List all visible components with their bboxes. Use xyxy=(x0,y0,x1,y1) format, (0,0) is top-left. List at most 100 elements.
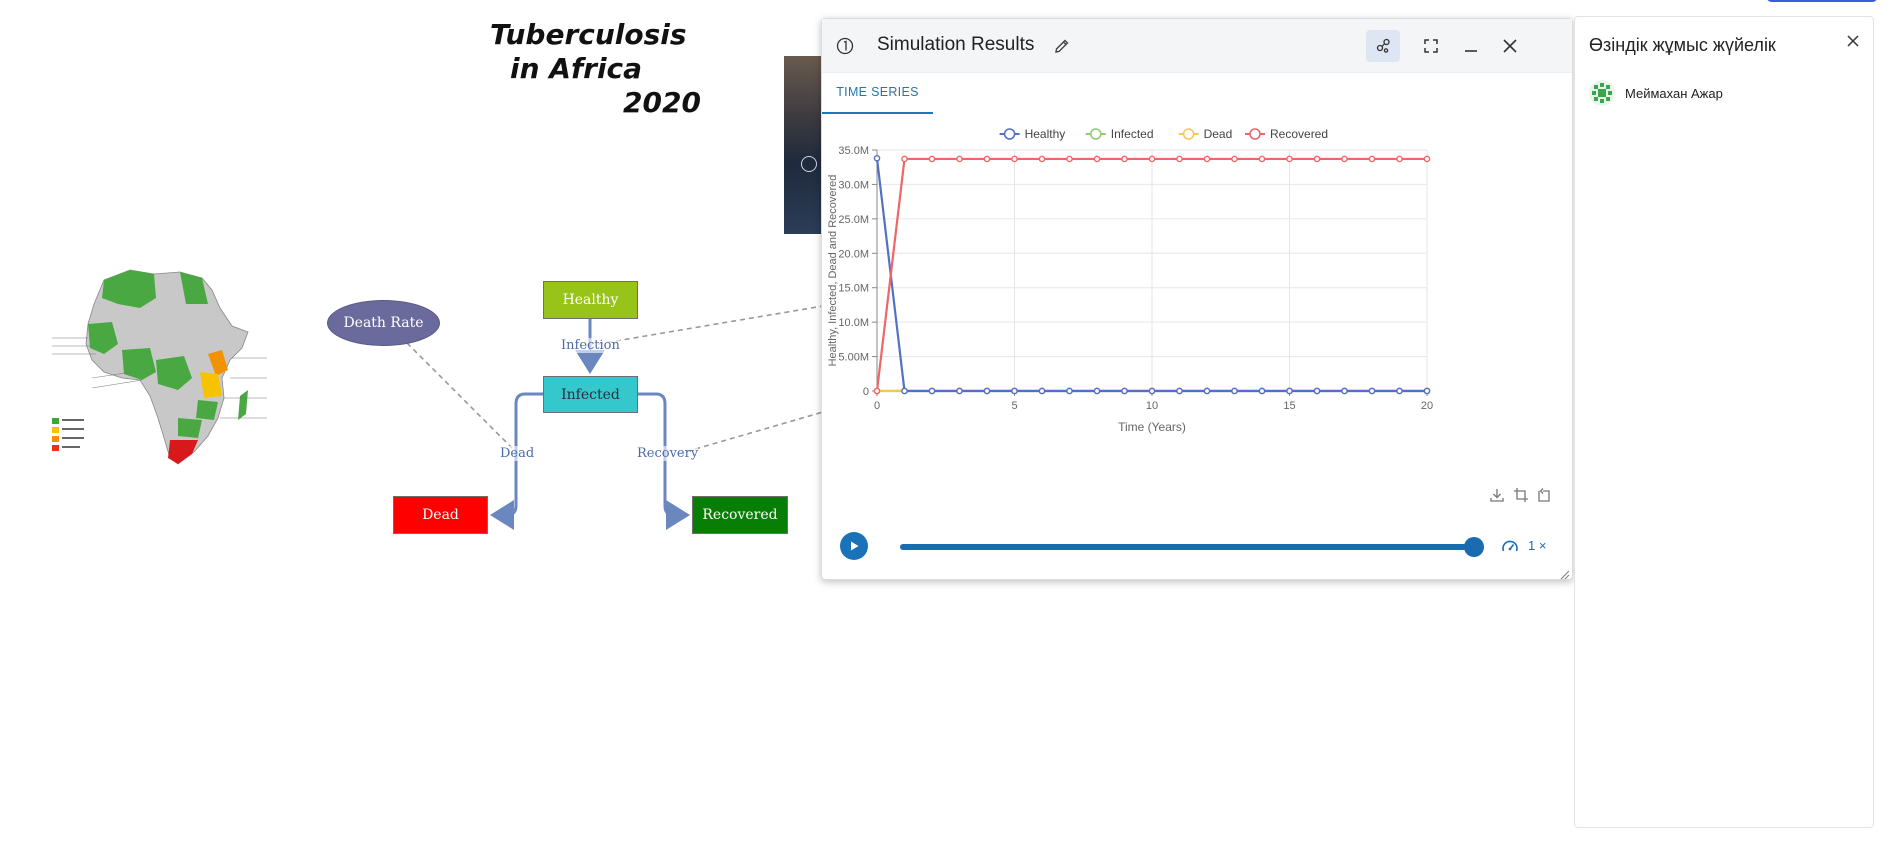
data-point-recovered xyxy=(1341,155,1348,163)
data-point-healthy xyxy=(873,154,881,162)
legend-marker-healthy xyxy=(1003,128,1016,140)
time-series-chart[interactable]: 0 5.00M 10.0M 15.0M 20.0M 25.0M 30.0M 35.0M 0 5 10… xyxy=(822,114,1572,484)
zoom-select-icon[interactable] xyxy=(1513,487,1529,503)
data-point-recovered xyxy=(1093,155,1101,163)
data-point-healthy xyxy=(1011,387,1018,395)
share-icon xyxy=(1376,38,1390,53)
data-point-healthy xyxy=(1341,387,1348,395)
data-point-recovered xyxy=(1011,155,1018,163)
data-point-healthy xyxy=(956,387,963,395)
data-point-recovered xyxy=(1066,155,1073,163)
zoom-reset-icon[interactable] xyxy=(1536,487,1552,503)
time-slider-fill xyxy=(900,544,1474,550)
dead-flow-label[interactable]: Dead xyxy=(500,446,535,461)
x-tick-label: 20 xyxy=(1421,400,1433,412)
data-point-recovered xyxy=(1038,155,1046,163)
link-deathrate-dead xyxy=(406,342,517,453)
top-action-button-edge[interactable] xyxy=(1766,0,1878,2)
share-button[interactable] xyxy=(1366,30,1400,62)
data-point-recovered xyxy=(928,155,936,163)
play-button[interactable] xyxy=(840,532,868,560)
data-point-recovered xyxy=(1423,155,1431,163)
legend-label-recovered: Recovered xyxy=(1270,127,1328,141)
data-point-healthy xyxy=(983,387,991,395)
link-recovery-window xyxy=(677,411,824,455)
y-tick-label: 35.0M xyxy=(838,145,869,157)
simulation-results-window[interactable]: Simulation Results TIME SERIES 0 5.00M 10.… xyxy=(821,18,1573,580)
data-point-recovered xyxy=(983,155,991,163)
fullscreen-icon xyxy=(1424,39,1438,53)
infection-flow-label[interactable]: Infection xyxy=(561,338,620,353)
data-point-recovered xyxy=(1203,155,1211,163)
close-button[interactable] xyxy=(1493,30,1527,62)
y-tick-label: 0 xyxy=(863,386,869,398)
resize-handle-icon[interactable] xyxy=(1560,567,1570,580)
y-axis-label: Healthy, Infected, Dead and Recovered xyxy=(827,175,839,367)
close-icon[interactable] xyxy=(1845,33,1863,51)
dead-stock[interactable]: Dead xyxy=(393,496,488,534)
recovered-stock[interactable]: Recovered xyxy=(692,496,788,534)
data-point-recovered xyxy=(1121,155,1128,163)
data-point-recovered xyxy=(1368,155,1376,163)
y-tick-label: 30.0M xyxy=(838,179,869,191)
y-tick-label: 15.0M xyxy=(838,283,869,295)
data-point-healthy xyxy=(1121,387,1128,395)
death-rate-variable[interactable]: Death Rate xyxy=(327,300,440,346)
minimize-button[interactable] xyxy=(1454,30,1488,62)
play-icon xyxy=(851,541,859,551)
data-point-healthy xyxy=(1313,387,1321,395)
healthy-stock[interactable]: Healthy xyxy=(543,281,638,319)
avatar xyxy=(1589,80,1615,106)
data-point-healthy xyxy=(1258,387,1266,395)
infected-stock[interactable]: Infected xyxy=(543,376,638,413)
data-point-recovered xyxy=(1396,155,1403,163)
legend-label-infected: Infected xyxy=(1111,127,1154,141)
data-point-healthy xyxy=(1093,387,1101,395)
y-tick-label: 5.00M xyxy=(838,352,869,364)
time-slider[interactable] xyxy=(900,537,1484,557)
download-icon[interactable] xyxy=(1489,487,1505,503)
legend-marker-recovered xyxy=(1249,128,1261,140)
legend-label-healthy: Healthy xyxy=(1025,127,1066,141)
x-axis-label: Time (Years) xyxy=(1118,420,1186,434)
data-point-recovered xyxy=(873,387,881,395)
legend-marker-dead xyxy=(1182,128,1195,140)
speedometer-icon[interactable] xyxy=(1501,538,1519,556)
fullscreen-button[interactable] xyxy=(1414,30,1448,62)
x-tick-label: 10 xyxy=(1146,400,1158,412)
data-point-recovered xyxy=(1286,155,1293,163)
minimize-icon xyxy=(1465,50,1477,52)
collaborator-name: Меймахан Ажар xyxy=(1625,85,1723,101)
data-point-healthy xyxy=(1066,387,1073,395)
x-tick-label: 5 xyxy=(1011,400,1017,412)
tab-time-series[interactable]: TIME SERIES xyxy=(822,72,933,114)
data-point-healthy xyxy=(1396,387,1403,395)
data-point-healthy xyxy=(1038,387,1046,395)
data-point-healthy xyxy=(1176,387,1183,395)
collaborators-panel: Өзіндік жұмыс жүйелік Меймахан Ажар xyxy=(1574,16,1874,828)
y-tick-label: 25.0M xyxy=(838,214,869,226)
legend-marker-infected xyxy=(1089,128,1102,140)
results-header[interactable]: Simulation Results xyxy=(822,19,1572,73)
time-slider-thumb[interactable] xyxy=(1464,537,1484,557)
collaborator-item[interactable]: Меймахан Ажар xyxy=(1589,79,1723,107)
legend-label-dead: Dead xyxy=(1204,127,1233,141)
close-icon xyxy=(1503,39,1517,53)
data-point-recovered xyxy=(1176,155,1183,163)
data-point-recovered xyxy=(1148,155,1156,163)
x-tick-label: 15 xyxy=(1283,400,1295,412)
circled-one-icon xyxy=(834,35,856,57)
playback-speed[interactable]: 1 × xyxy=(1528,538,1546,553)
data-point-recovered xyxy=(901,155,908,163)
y-tick-label: 20.0M xyxy=(838,248,869,260)
data-point-healthy xyxy=(1203,387,1211,395)
data-point-recovered xyxy=(1258,155,1266,163)
data-point-healthy xyxy=(928,387,936,395)
x-tick-label: 0 xyxy=(874,400,880,412)
edit-icon[interactable] xyxy=(1051,35,1073,57)
data-point-healthy xyxy=(1286,387,1293,395)
data-point-recovered xyxy=(1313,155,1321,163)
results-title: Simulation Results xyxy=(877,34,1035,55)
data-point-healthy xyxy=(1423,387,1431,395)
recovery-flow-label[interactable]: Recovery xyxy=(637,446,699,461)
